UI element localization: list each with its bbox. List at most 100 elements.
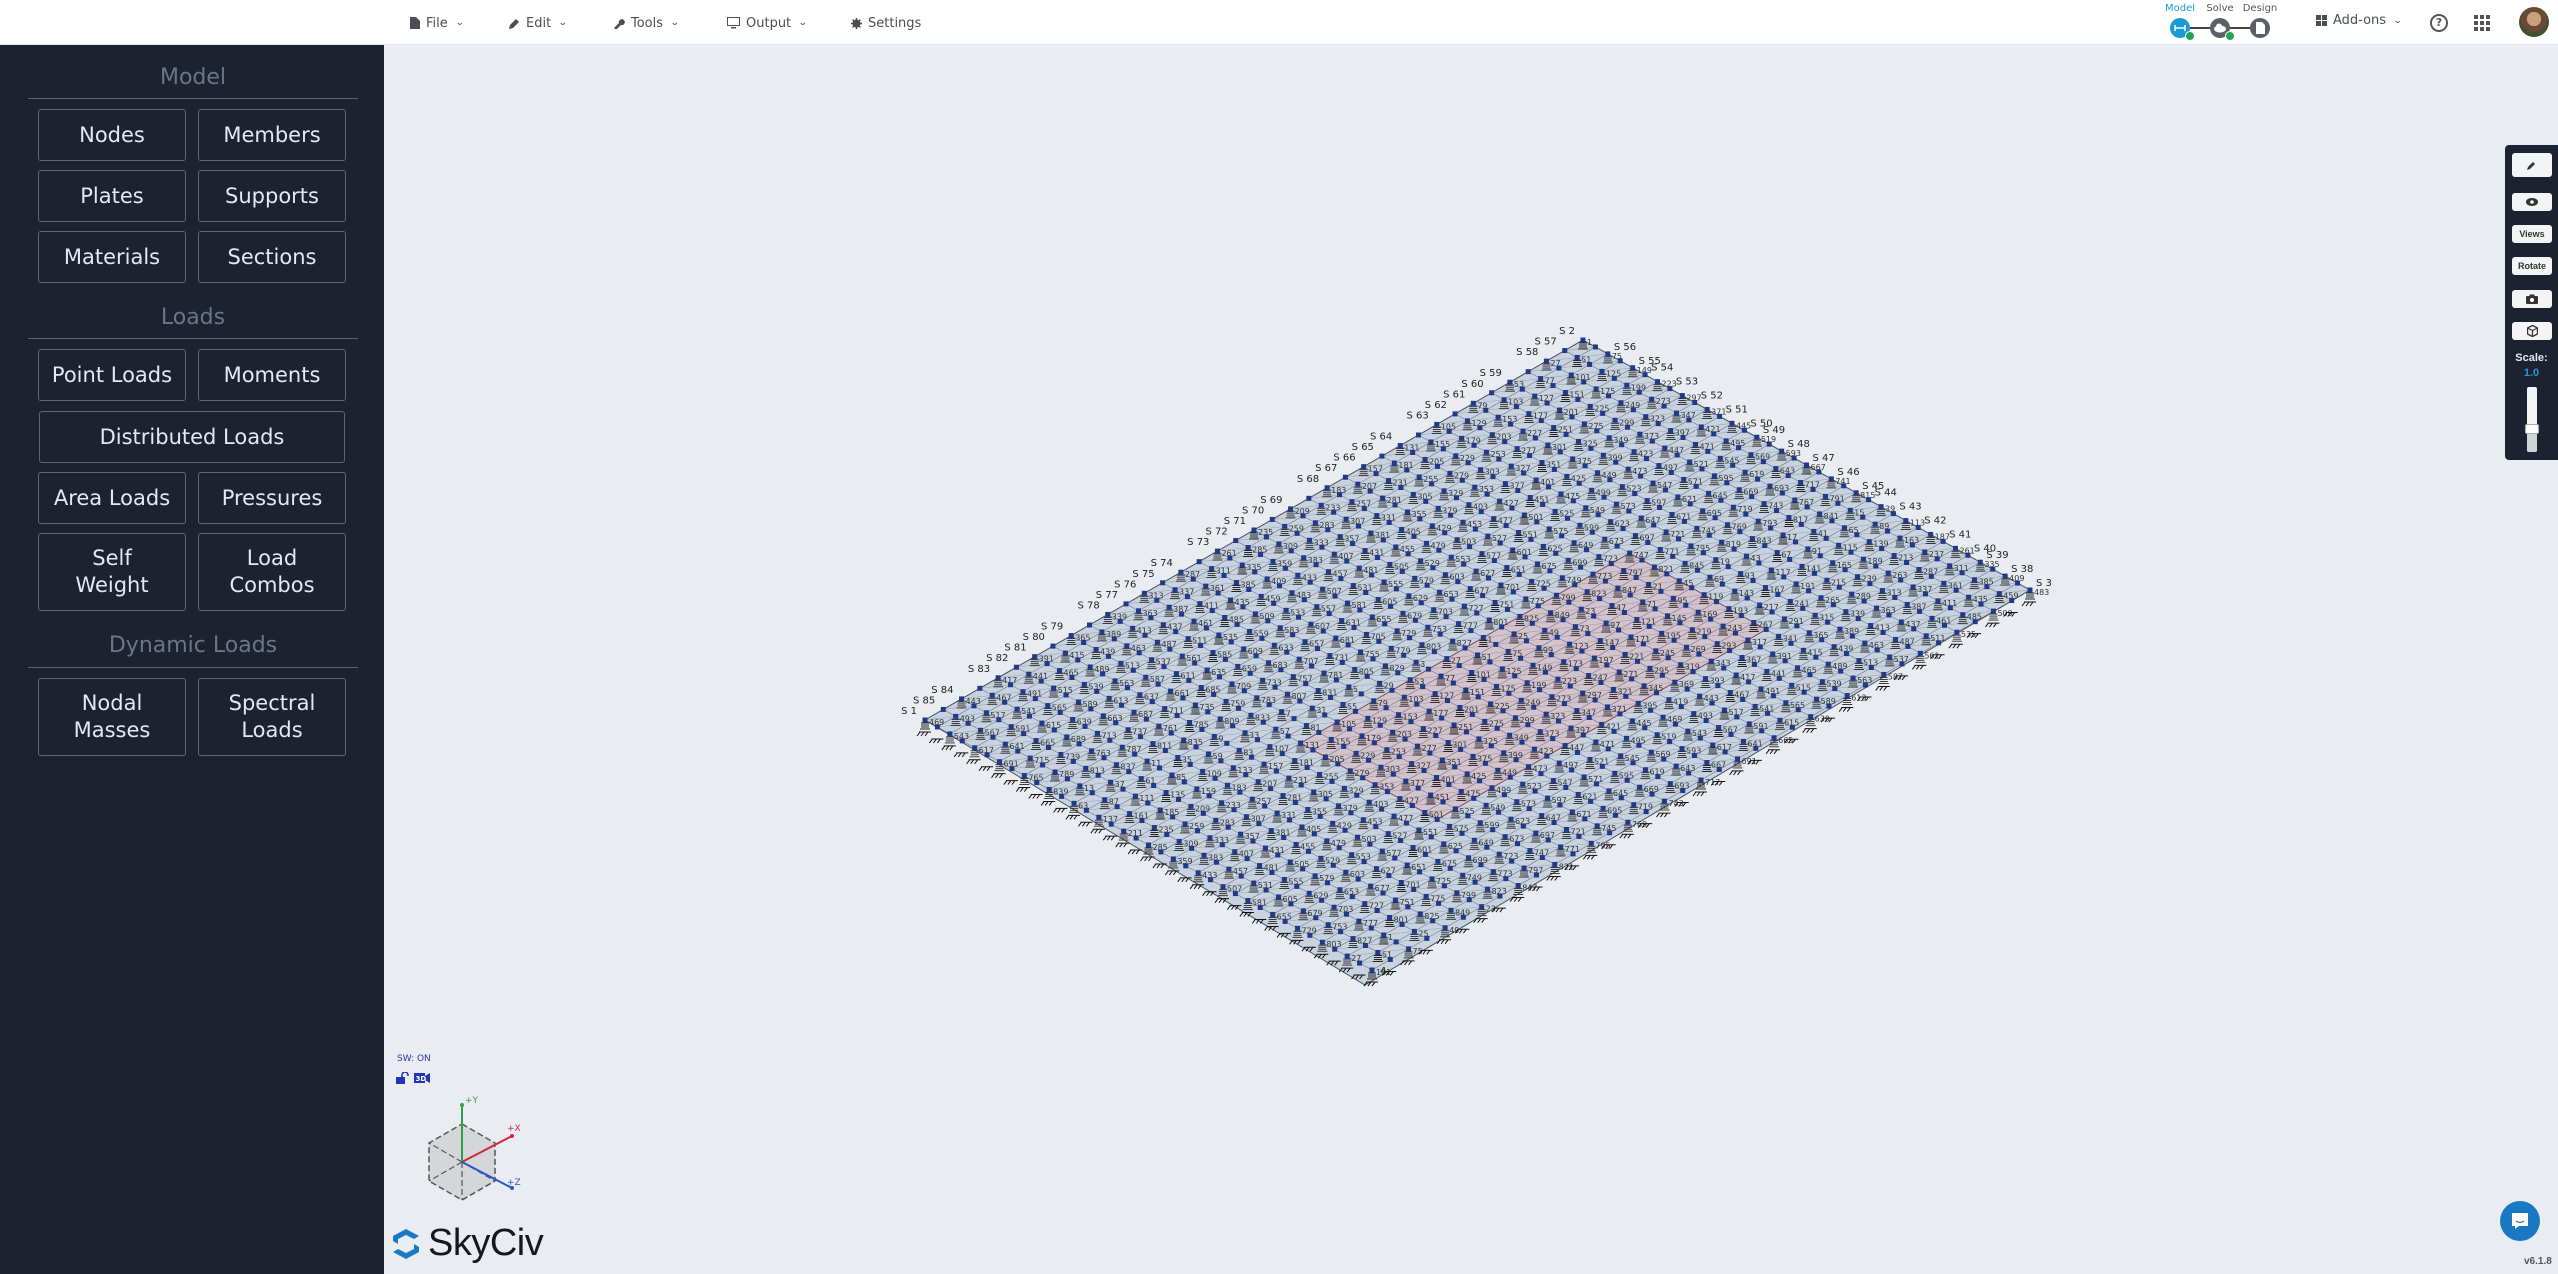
mesh-node[interactable] — [1886, 612, 1892, 618]
mesh-node[interactable] — [1279, 709, 1285, 715]
mesh-node[interactable] — [1181, 737, 1187, 743]
mesh-node[interactable] — [1616, 627, 1622, 633]
mesh-node[interactable] — [1356, 918, 1362, 924]
mesh-node[interactable] — [1343, 869, 1349, 875]
mesh-node[interactable] — [1381, 579, 1387, 585]
mesh-node[interactable] — [1172, 587, 1178, 593]
mesh-node[interactable] — [1179, 611, 1185, 617]
mesh-node[interactable] — [1573, 666, 1579, 672]
mesh-node[interactable] — [1382, 663, 1388, 669]
mesh-node[interactable] — [1825, 661, 1831, 667]
mesh-node[interactable] — [1804, 462, 1809, 468]
mesh-node[interactable] — [1291, 716, 1297, 722]
mesh-node[interactable] — [1438, 673, 1444, 679]
mesh-node[interactable] — [1176, 838, 1182, 844]
menu-settings[interactable]: Settings — [851, 13, 921, 33]
mesh-node[interactable] — [1154, 597, 1160, 603]
mesh-node[interactable] — [1579, 648, 1585, 654]
mesh-node[interactable] — [1051, 685, 1057, 691]
mesh-node[interactable] — [1224, 782, 1230, 788]
mesh-node[interactable] — [1643, 456, 1649, 462]
mesh-node[interactable] — [1569, 767, 1575, 773]
mesh-node[interactable] — [1513, 404, 1519, 410]
mesh-node[interactable] — [1692, 400, 1698, 405]
mesh-node[interactable] — [1656, 463, 1662, 469]
mesh-node[interactable] — [1587, 756, 1593, 762]
mesh-node[interactable] — [1426, 666, 1432, 672]
mesh-node[interactable] — [1570, 456, 1576, 462]
mesh-node[interactable] — [1830, 560, 1836, 566]
mesh-node[interactable] — [1628, 634, 1634, 640]
mesh-node[interactable] — [1785, 473, 1791, 479]
mesh-node[interactable] — [1051, 727, 1057, 733]
mesh-node[interactable] — [1303, 723, 1309, 729]
mesh-node[interactable] — [1984, 584, 1990, 590]
mesh-node[interactable] — [1676, 578, 1682, 584]
mesh-node[interactable] — [1317, 771, 1323, 777]
mesh-node[interactable] — [1457, 705, 1463, 710]
mesh-node[interactable] — [1168, 688, 1174, 694]
mesh-node[interactable] — [1341, 785, 1347, 791]
mesh-node[interactable] — [1674, 452, 1680, 458]
mesh-node[interactable] — [1549, 694, 1555, 700]
mesh-node[interactable] — [1334, 719, 1340, 725]
mesh-node[interactable] — [1168, 730, 1174, 736]
mesh-node[interactable] — [1580, 337, 1586, 343]
mesh-node[interactable] — [1543, 711, 1549, 717]
mesh-node[interactable] — [1213, 817, 1219, 823]
mesh-node[interactable] — [1394, 628, 1400, 634]
mesh-node[interactable] — [1475, 694, 1481, 700]
mesh-node[interactable] — [1627, 550, 1633, 556]
mesh-node[interactable] — [1423, 540, 1429, 546]
mesh-node[interactable] — [1081, 681, 1087, 687]
mesh-node[interactable] — [989, 692, 995, 698]
mesh-node[interactable] — [1472, 484, 1478, 490]
mesh-node[interactable] — [1327, 653, 1333, 659]
mesh-node[interactable] — [1561, 701, 1567, 707]
mesh-node[interactable] — [1564, 473, 1570, 479]
mesh-node[interactable] — [1642, 725, 1648, 731]
mesh-node[interactable] — [1725, 522, 1731, 528]
mesh-node[interactable] — [1795, 665, 1801, 671]
mesh-node[interactable] — [1429, 481, 1435, 487]
mesh-node[interactable] — [1461, 603, 1467, 609]
mesh-node[interactable] — [1107, 737, 1113, 743]
mesh-node[interactable] — [1418, 558, 1424, 564]
mesh-node[interactable] — [1127, 811, 1133, 817]
mesh-node[interactable] — [1679, 746, 1685, 752]
mesh-node[interactable] — [1489, 390, 1495, 396]
mesh-node[interactable] — [1663, 529, 1669, 535]
mesh-node[interactable] — [1866, 539, 1872, 545]
mesh-node[interactable] — [1206, 793, 1212, 799]
mesh-node[interactable] — [1657, 505, 1663, 510]
mesh-node[interactable] — [1473, 568, 1479, 574]
mesh-node[interactable] — [1537, 687, 1543, 693]
mesh-node[interactable] — [1493, 641, 1499, 647]
mesh-node[interactable] — [1661, 756, 1667, 762]
addons-menu[interactable]: Add-ons ⌄ — [2316, 13, 2403, 28]
mesh-node[interactable] — [1287, 859, 1293, 865]
mesh-node[interactable] — [1119, 702, 1125, 708]
mesh-node[interactable] — [1544, 753, 1550, 759]
mesh-node[interactable] — [1621, 610, 1627, 615]
mesh-node[interactable] — [1484, 844, 1490, 850]
mesh-node[interactable] — [1651, 564, 1657, 570]
mesh-node[interactable] — [1563, 431, 1569, 437]
mesh-node[interactable] — [1397, 443, 1403, 449]
mesh-node[interactable] — [1295, 925, 1300, 931]
mesh-node[interactable] — [1391, 813, 1397, 819]
mesh-node[interactable] — [1488, 701, 1494, 707]
mesh-node[interactable] — [1509, 858, 1515, 864]
mesh-node[interactable] — [1437, 631, 1443, 637]
mesh-node[interactable] — [1366, 757, 1372, 763]
mesh-node[interactable] — [1659, 630, 1665, 636]
mesh-node[interactable] — [1387, 956, 1393, 962]
mesh-node[interactable] — [1648, 707, 1654, 713]
mesh-node[interactable] — [1878, 504, 1884, 510]
mesh-node[interactable] — [1429, 876, 1435, 882]
mesh-node[interactable] — [1347, 726, 1353, 732]
mesh-node[interactable] — [1070, 758, 1076, 764]
mesh-node[interactable] — [1617, 711, 1623, 717]
mesh-node[interactable] — [1505, 606, 1510, 612]
mesh-node[interactable] — [1557, 802, 1563, 808]
